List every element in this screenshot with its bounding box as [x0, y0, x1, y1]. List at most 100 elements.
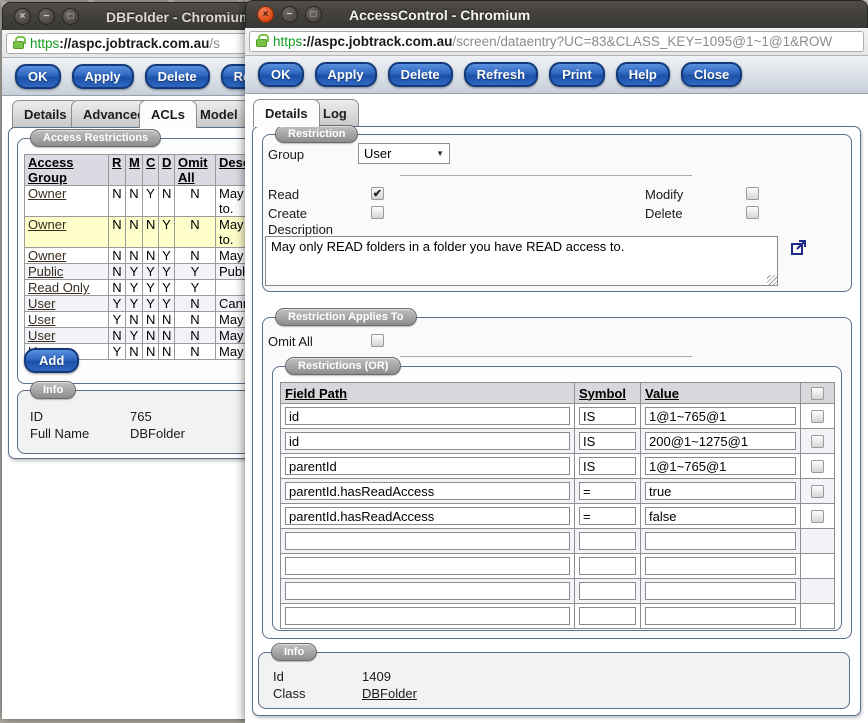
symbol-input[interactable] [579, 507, 636, 525]
access-group-link[interactable]: User [28, 328, 55, 343]
modify-label: Modify [645, 187, 683, 202]
value-input[interactable] [645, 607, 796, 625]
info-legend: Info [271, 643, 317, 661]
value-input[interactable] [645, 432, 796, 450]
value-input[interactable] [645, 407, 796, 425]
id-label: ID [30, 409, 43, 424]
window-title: AccessControl - Chromium [349, 7, 530, 23]
access-group-link[interactable]: Owner [28, 217, 66, 232]
symbol-input[interactable] [579, 557, 636, 575]
access-group-link[interactable]: Owner [28, 186, 66, 201]
close-icon[interactable]: × [257, 6, 274, 23]
value-input[interactable] [645, 482, 796, 500]
field-path-input[interactable] [285, 532, 570, 550]
apply-button[interactable]: Apply [315, 62, 377, 87]
delete-checkbox[interactable] [746, 206, 759, 219]
group-select[interactable]: User ▼ [358, 143, 450, 164]
url-path: /s [209, 36, 220, 51]
row-checkbox[interactable] [811, 410, 824, 423]
field-path-input[interactable] [285, 607, 570, 625]
flag-cell: N [175, 296, 216, 312]
select-all-checkbox[interactable] [811, 387, 824, 400]
field-path-input[interactable] [285, 482, 570, 500]
access-group-link[interactable]: Read Only [28, 280, 89, 295]
field-path-input[interactable] [285, 582, 570, 600]
ok-button[interactable]: OK [258, 62, 304, 87]
row-checkbox[interactable] [811, 510, 824, 523]
col-m: M [126, 155, 143, 186]
print-button[interactable]: Print [549, 62, 605, 87]
modify-checkbox[interactable] [746, 187, 759, 200]
row-checkbox[interactable] [811, 460, 824, 473]
tab-model[interactable]: Model [188, 100, 250, 128]
access-group-link[interactable]: Public [28, 264, 63, 279]
row-checkbox[interactable] [811, 485, 824, 498]
symbol-input[interactable] [579, 457, 636, 475]
accesscontrol-titlebar[interactable]: × − □ AccessControl - Chromium [245, 0, 868, 28]
symbol-input[interactable] [579, 407, 636, 425]
value-input[interactable] [645, 582, 796, 600]
flag-cell: Y [109, 344, 126, 360]
flag-cell: N [175, 186, 216, 217]
value-input[interactable] [645, 532, 796, 550]
restrictions-or-legend: Restrictions (OR) [285, 357, 401, 375]
value-input[interactable] [645, 457, 796, 475]
close-icon[interactable]: × [14, 8, 31, 25]
delete-button[interactable]: Delete [388, 62, 453, 87]
apply-button[interactable]: Apply [72, 64, 134, 89]
help-button[interactable]: Help [616, 62, 670, 87]
flag-cell: N [126, 186, 143, 217]
open-in-window-icon[interactable] [790, 238, 808, 256]
address-bar[interactable]: https://aspc.jobtrack.com.au/screen/data… [249, 31, 864, 52]
table-row [281, 504, 835, 529]
col-value: Value [641, 383, 801, 404]
field-path-input[interactable] [285, 407, 570, 425]
row-select-cell [801, 579, 835, 604]
add-button[interactable]: Add [24, 348, 79, 373]
flag-cell: N [143, 248, 159, 264]
omit-all-label: Omit All [268, 334, 313, 349]
delete-button[interactable]: Delete [145, 64, 210, 89]
tab-details[interactable]: Details [253, 99, 320, 127]
symbol-input[interactable] [579, 582, 636, 600]
symbol-input[interactable] [579, 482, 636, 500]
row-select-cell [801, 404, 835, 429]
flag-cell: N [143, 217, 159, 248]
delete-label: Delete [645, 206, 683, 221]
description-textarea[interactable]: May only READ folders in a folder you ha… [265, 236, 778, 286]
value-input[interactable] [645, 557, 796, 575]
create-checkbox[interactable] [371, 206, 384, 219]
symbol-input[interactable] [579, 607, 636, 625]
resize-grip[interactable] [767, 275, 777, 285]
full-name-value: DBFolder [130, 426, 185, 441]
maximize-icon[interactable]: □ [62, 8, 79, 25]
omit-all-checkbox[interactable] [371, 334, 384, 347]
table-row [281, 554, 835, 579]
col-d: D [159, 155, 175, 186]
field-path-input[interactable] [285, 432, 570, 450]
access-group-link[interactable]: User [28, 296, 55, 311]
ok-button[interactable]: OK [15, 64, 61, 89]
read-checkbox[interactable] [371, 187, 384, 200]
row-select-cell [801, 529, 835, 554]
field-path-input[interactable] [285, 457, 570, 475]
field-path-input[interactable] [285, 557, 570, 575]
close-button[interactable]: Close [681, 62, 742, 87]
value-input[interactable] [645, 507, 796, 525]
minimize-icon[interactable]: − [281, 6, 298, 23]
tab-acls[interactable]: ACLs [139, 100, 197, 128]
symbol-input[interactable] [579, 432, 636, 450]
class-link[interactable]: DBFolder [362, 686, 417, 701]
tab-details[interactable]: Details [12, 100, 79, 128]
symbol-input[interactable] [579, 532, 636, 550]
row-checkbox[interactable] [811, 435, 824, 448]
refresh-button[interactable]: Refresh [464, 62, 538, 87]
maximize-icon[interactable]: □ [305, 6, 322, 23]
field-path-input[interactable] [285, 507, 570, 525]
access-group-link[interactable]: Owner [28, 248, 66, 263]
minimize-icon[interactable]: − [38, 8, 55, 25]
flag-cell: N [175, 328, 216, 344]
access-group-link[interactable]: User [28, 312, 55, 327]
flag-cell: N [109, 328, 126, 344]
flag-cell: N [159, 328, 175, 344]
